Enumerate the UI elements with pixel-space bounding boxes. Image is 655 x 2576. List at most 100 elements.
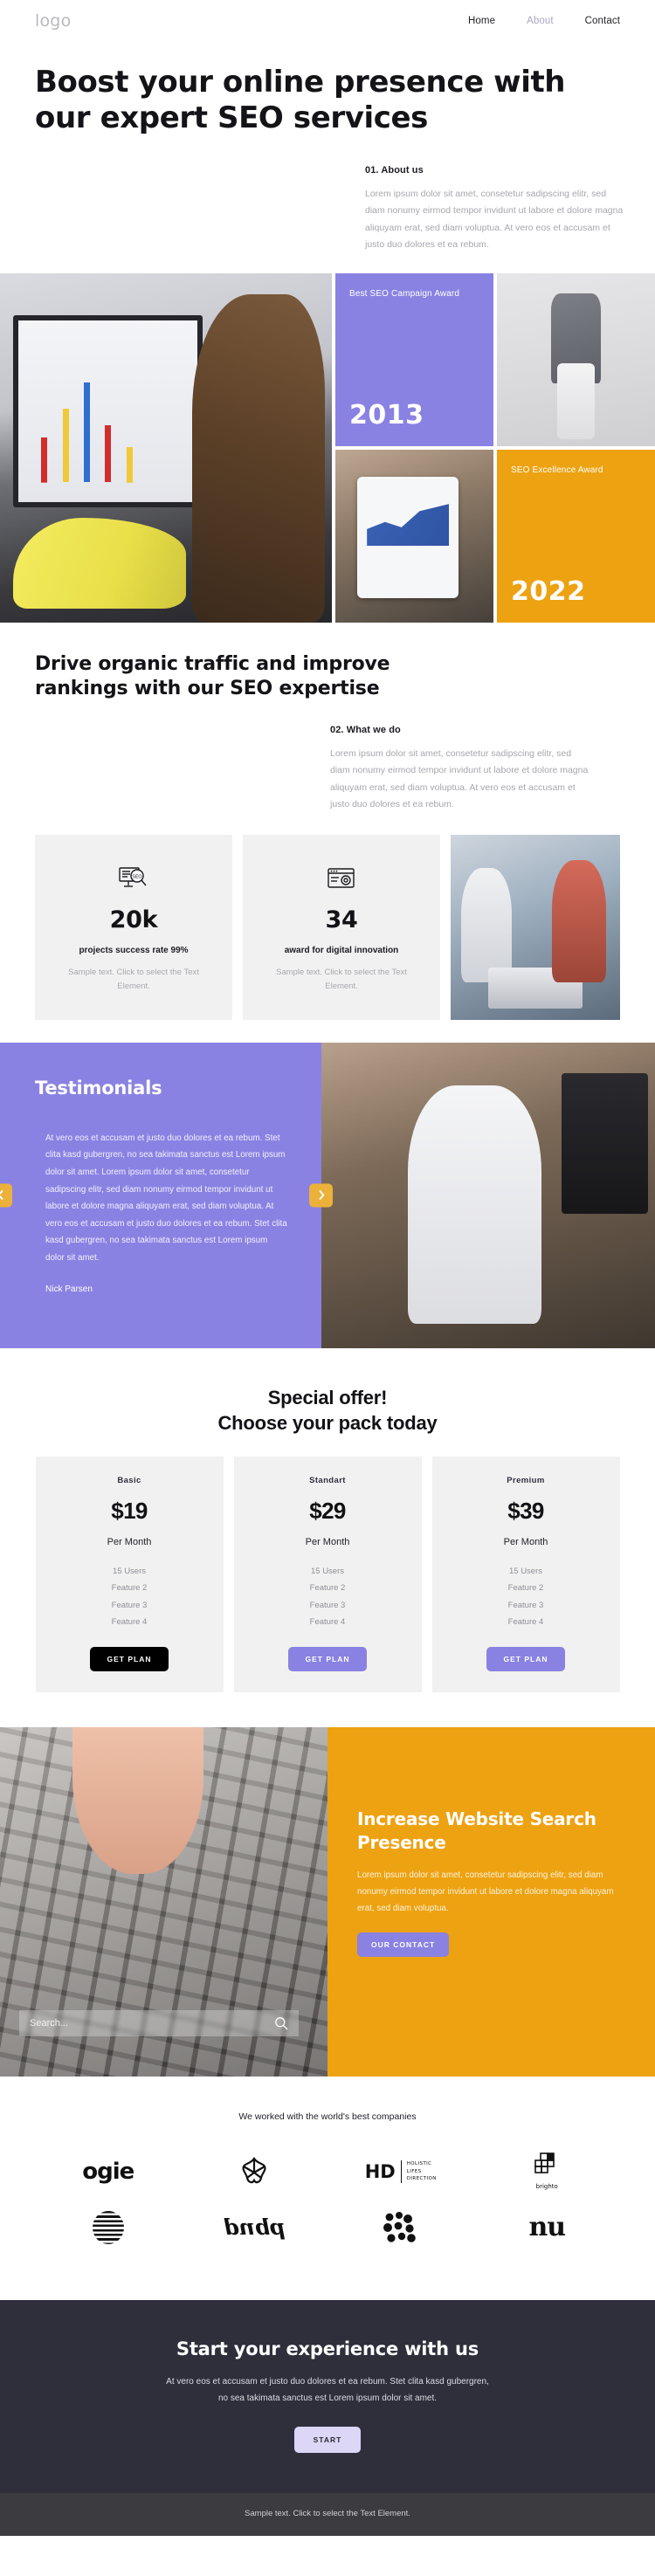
footer-cta-paragraph: At vero eos et accusam et justo duo dolo… bbox=[166, 2376, 489, 2404]
photo-man-at-desk bbox=[321, 1042, 655, 1348]
search-bar[interactable] bbox=[19, 2009, 299, 2036]
get-plan-button-premium[interactable]: GET PLAN bbox=[486, 1646, 566, 1671]
laptop-shape bbox=[487, 968, 583, 1009]
plan-features: 15 Users Feature 2 Feature 3 Feature 4 bbox=[448, 1563, 604, 1631]
plan-price: $29 bbox=[309, 1497, 346, 1524]
awards-gallery: Best SEO Campaign Award 2013 SEO Excelle… bbox=[0, 272, 655, 623]
award-card-2022[interactable]: SEO Excellence Award 2022 bbox=[497, 449, 655, 623]
magnifier-icon[interactable] bbox=[274, 2016, 288, 2030]
footer-bottom: Sample text. Click to select the Text El… bbox=[0, 2492, 655, 2536]
plan-name: Premium bbox=[507, 1475, 545, 1485]
woman-photo-art bbox=[497, 272, 655, 446]
carousel-next-button[interactable] bbox=[309, 1183, 333, 1208]
striped-circle-logo bbox=[92, 2208, 124, 2248]
page-title: Boost your online presence with our expe… bbox=[35, 65, 566, 136]
get-plan-button-basic[interactable]: GET PLAN bbox=[89, 1646, 169, 1671]
svg-text:SEO: SEO bbox=[132, 874, 142, 879]
promo-section: Increase Website Search Presence Lorem i… bbox=[0, 1726, 655, 2077]
desk-photo-art bbox=[0, 272, 332, 623]
hd-divider bbox=[400, 2159, 402, 2183]
photo-tablet-analytics bbox=[335, 449, 493, 623]
plan-feature: Feature 2 bbox=[507, 1583, 544, 1594]
about-block: 01. About us Lorem ipsum dolor sit amet,… bbox=[365, 165, 627, 254]
pricing-title: Special offer! Choose your pack today bbox=[35, 1385, 620, 1436]
testimonial-author: Nick Parsen bbox=[45, 1284, 93, 1294]
stat-number: 20k bbox=[109, 906, 158, 933]
start-button[interactable]: START bbox=[293, 2426, 362, 2453]
footer-cta-section: Start your experience with us At vero eo… bbox=[0, 2299, 655, 2493]
plan-card-basic: Basic $19 Per Month 15 Users Feature 2 F… bbox=[35, 1456, 224, 1692]
nav-link-about[interactable]: About bbox=[527, 16, 554, 26]
testimonials-section: Testimonials At vero eos et accusam et j… bbox=[0, 1042, 655, 1348]
pbnd-script-logo: pbnd bbox=[224, 2208, 286, 2248]
seo-search-icon: SEO bbox=[52, 864, 215, 894]
plan-period: Per Month bbox=[305, 1536, 350, 1547]
plan-feature: 15 Users bbox=[310, 1566, 344, 1576]
plan-feature: Feature 4 bbox=[507, 1617, 544, 1628]
plan-card-standart: Standart $29 Per Month 15 Users Feature … bbox=[233, 1456, 422, 1692]
nav-link-home[interactable]: Home bbox=[468, 16, 495, 26]
dots-pattern-logo bbox=[383, 2208, 419, 2248]
section2-title: Drive organic traffic and improve rankin… bbox=[35, 652, 390, 700]
plan-card-premium: Premium $39 Per Month 15 Users Feature 2… bbox=[431, 1456, 620, 1692]
plan-features: 15 Users Feature 2 Feature 3 Feature 4 bbox=[52, 1563, 208, 1631]
plan-feature: Feature 3 bbox=[111, 1600, 148, 1610]
our-contact-button[interactable]: OUR CONTACT bbox=[357, 1932, 450, 1958]
ogie-logo-text: ogie bbox=[82, 2158, 134, 2185]
what-we-do-section: Drive organic traffic and improve rankin… bbox=[0, 623, 655, 814]
clients-logo-row-1: ogie HD HOLISTIC LIFES DIRECTION brighto bbox=[35, 2152, 620, 2192]
award-card-2013[interactable]: Best SEO Campaign Award 2013 bbox=[335, 272, 493, 446]
nu-serif-logo: nu bbox=[528, 2208, 566, 2248]
stat-label: projects success rate 99% bbox=[79, 945, 189, 955]
stat-sub: Sample text. Click to select the Text El… bbox=[276, 967, 407, 991]
tablet-photo-art bbox=[335, 449, 493, 623]
brighto-logo: brighto bbox=[534, 2152, 560, 2192]
stat-label: award for digital innovation bbox=[284, 945, 399, 955]
landing-page: logo Home About Contact Boost your onlin… bbox=[0, 0, 655, 2536]
photo-analyst-at-desk bbox=[0, 272, 332, 623]
plan-feature: Feature 4 bbox=[111, 1617, 148, 1628]
site-header: logo Home About Contact bbox=[0, 0, 655, 42]
site-logo[interactable]: logo bbox=[35, 11, 71, 31]
hd-logo-subtext: HOLISTIC LIFES DIRECTION bbox=[406, 2161, 437, 2181]
footer-bottom-text: Sample text. Click to select the Text El… bbox=[245, 2508, 410, 2518]
hero-section: Boost your online presence with our expe… bbox=[0, 42, 655, 254]
plan-period: Per Month bbox=[503, 1536, 548, 1547]
stats-row: SEO 20k projects success rate 99% Sample… bbox=[0, 834, 655, 1020]
award-year: 2013 bbox=[349, 399, 424, 430]
flower-star-logo bbox=[238, 2152, 271, 2192]
plan-feature: 15 Users bbox=[508, 1566, 542, 1576]
testimonials-title: Testimonials bbox=[35, 1077, 162, 1099]
hd-logo-text: HD bbox=[364, 2160, 396, 2182]
testimonial-quote: At vero eos et accusam et justo duo dolo… bbox=[45, 1133, 287, 1263]
plan-feature: Feature 2 bbox=[111, 1583, 148, 1594]
nav-link-contact[interactable]: Contact bbox=[585, 16, 620, 26]
brighto-logo-text: brighto bbox=[535, 2183, 558, 2191]
browser-gear-icon bbox=[260, 864, 423, 894]
section2-eyebrow: 02. What we do bbox=[330, 724, 401, 735]
plans-row: Basic $19 Per Month 15 Users Feature 2 F… bbox=[35, 1456, 620, 1692]
carousel-prev-button[interactable] bbox=[0, 1183, 12, 1208]
pricing-title-line1: Special offer! bbox=[267, 1386, 388, 1409]
search-input[interactable] bbox=[30, 2017, 274, 2028]
plan-feature: Feature 3 bbox=[309, 1600, 346, 1610]
stat-card-awards: 34 award for digital innovation Sample t… bbox=[243, 834, 440, 1020]
ogie-logo: ogie bbox=[82, 2152, 134, 2192]
stat-sub: Sample text. Click to select the Text El… bbox=[68, 967, 199, 991]
testimonial-panel: Testimonials At vero eos et accusam et j… bbox=[0, 1042, 333, 1348]
plan-period: Per Month bbox=[107, 1536, 152, 1547]
plan-feature: Feature 4 bbox=[309, 1617, 346, 1628]
plan-feature: Feature 2 bbox=[309, 1583, 346, 1594]
get-plan-button-standart[interactable]: GET PLAN bbox=[287, 1646, 368, 1671]
pbnd-logo-art: pbnd bbox=[223, 2214, 286, 2241]
plan-feature: Feature 3 bbox=[507, 1600, 544, 1610]
stat-number: 34 bbox=[325, 906, 358, 933]
plan-price: $19 bbox=[111, 1497, 148, 1524]
clients-section: We worked with the world's best companie… bbox=[0, 2076, 655, 2300]
what-we-do-block: 02. What we do Lorem ipsum dolor sit ame… bbox=[330, 725, 592, 814]
pricing-section: Special offer! Choose your pack today Ba… bbox=[0, 1348, 655, 1727]
plan-name: Standart bbox=[309, 1475, 346, 1485]
photo-keyboard-typing bbox=[0, 1726, 328, 2077]
section2-paragraph: Lorem ipsum dolor sit amet, consetetur s… bbox=[330, 747, 589, 810]
award-title: Best SEO Campaign Award bbox=[349, 288, 460, 299]
